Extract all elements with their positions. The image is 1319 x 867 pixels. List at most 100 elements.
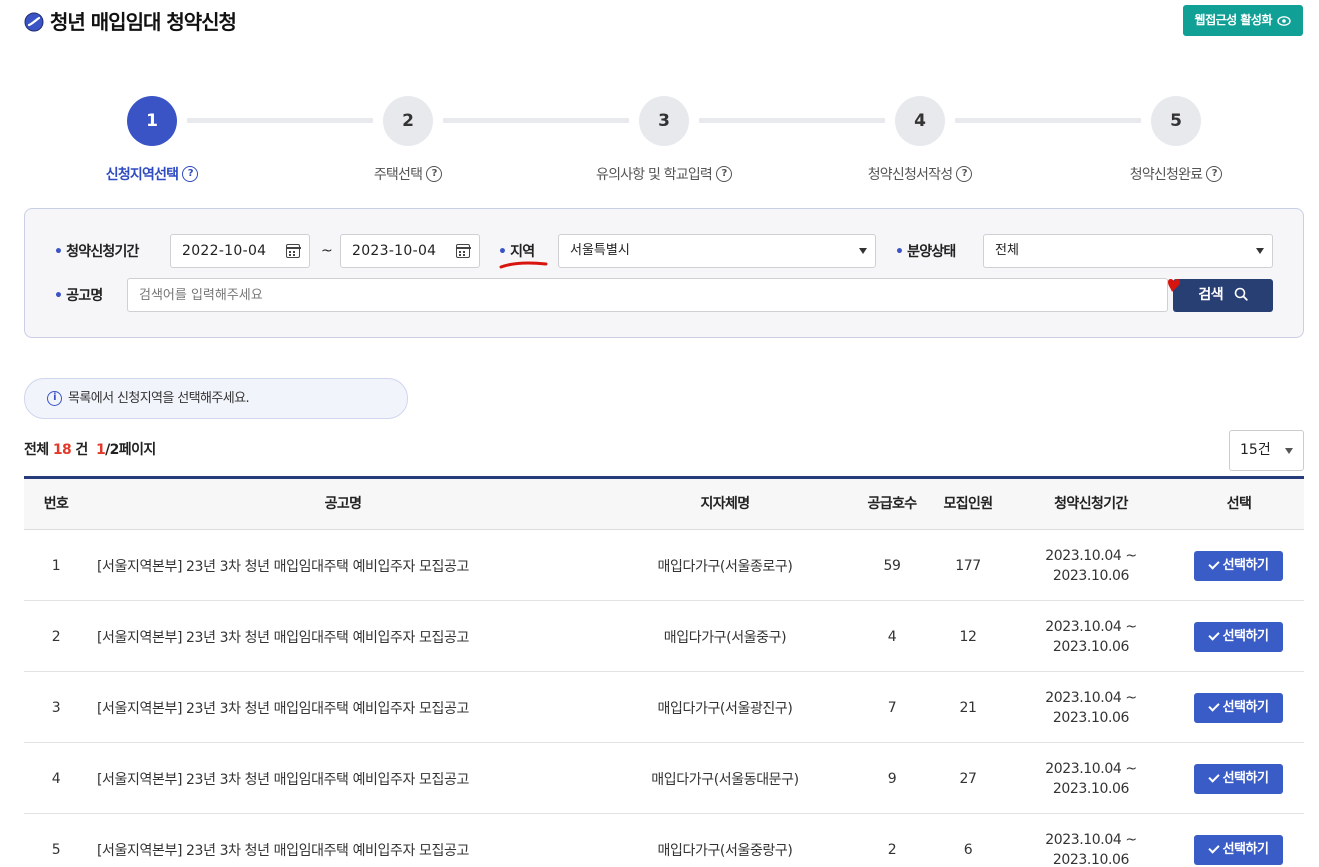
table-row: 2 [서울지역본부] 23년 3차 청년 매입임대주택 예비입주자 모집공고 매… [24, 601, 1304, 672]
notice-search-input[interactable]: 검색어를 입력해주세요 [127, 278, 1168, 312]
select-button[interactable]: 선택하기 [1194, 834, 1283, 865]
bullet-dot: • [498, 244, 507, 260]
date-from-input[interactable]: 2022-10-04 [170, 234, 310, 268]
check-icon [1207, 629, 1220, 641]
select-button-label: 선택하기 [1222, 699, 1269, 715]
step-1: 1 신청지역선택 ? [72, 96, 232, 184]
search-button[interactable]: 검색 [1173, 279, 1273, 312]
help-icon[interactable]: ? [426, 166, 443, 182]
notice-table: 번호 공고명 지자체명 공급호수 모집인원 청약신청기간 선택 1 [서울지역본… [24, 476, 1304, 867]
period-end: 2023.10.06 [1052, 638, 1130, 655]
cell-title[interactable]: [서울지역본부] 23년 3차 청년 매입임대주택 예비입주자 모집공고 [97, 672, 617, 743]
period-start: 2023.10.04 ~ [1045, 618, 1137, 635]
cell-period: 2023.10.04 ~ 2023.10.06 [1024, 814, 1158, 867]
region-select-value: 서울특별시 [570, 243, 630, 258]
cell-no: 1 [51, 557, 61, 574]
step-label-wrap: 청약신청서작성 ? [840, 164, 1000, 184]
page-size-select[interactable]: 15건 [1229, 430, 1304, 471]
cell-no: 5 [51, 841, 61, 858]
step-5: 5 청약신청완료 ? [1096, 96, 1256, 184]
accessibility-button[interactable]: 웹접근성 활성화 [1182, 5, 1303, 36]
date-to-input[interactable]: 2023-10-04 [340, 234, 480, 268]
cell-recruit: 27 [959, 770, 977, 787]
select-button[interactable]: 선택하기 [1194, 692, 1283, 723]
col-branch: 지자체명 [700, 496, 750, 512]
check-icon [1207, 771, 1220, 783]
cell-period: 2023.10.04 ~ 2023.10.06 [1024, 743, 1158, 814]
summary-count-unit: 건 [75, 442, 88, 458]
summary-total-count: 18 [52, 442, 72, 458]
step-label: 유의사항 및 학교입력 [595, 167, 713, 183]
step-label: 신청지역선택 [105, 167, 179, 183]
cell-supply: 59 [883, 557, 901, 574]
cell-select: 선택하기 [1194, 743, 1283, 814]
notice-name-label: • 공고명 [54, 286, 103, 306]
search-panel [24, 208, 1304, 338]
calendar-icon[interactable] [455, 244, 471, 258]
status-select-value: 전체 [995, 243, 1019, 258]
cell-supply: 2 [887, 841, 897, 858]
col-no: 번호 [43, 496, 69, 512]
step-label: 주택선택 [373, 167, 423, 183]
step-progress: 1 신청지역선택 ? 2 주택선택 ? 3 유의사항 및 학교입력 ? 4 청약… [24, 96, 1303, 191]
cell-supply: 9 [887, 770, 897, 787]
info-notice: i 목록에서 신청지역을 선택해주세요. [24, 378, 408, 419]
cell-supply: 4 [887, 628, 897, 645]
summary-page-suffix: /2페이지 [105, 442, 156, 458]
cell-branch: 매입다가구(서울동대문구) [651, 771, 799, 788]
calendar-icon[interactable] [285, 244, 301, 258]
summary-current-page: 1 [95, 442, 106, 458]
help-icon[interactable]: ? [182, 166, 199, 182]
select-button[interactable]: 선택하기 [1194, 621, 1283, 652]
step-4: 4 청약신청서작성 ? [840, 96, 1000, 184]
step-label-wrap: 유의사항 및 학교입력 ? [584, 164, 744, 184]
help-icon[interactable]: ? [716, 166, 733, 182]
summary-total-label: 전체 [24, 442, 49, 458]
help-icon[interactable]: ? [1206, 166, 1223, 182]
cell-title[interactable]: [서울지역본부] 23년 3차 청년 매입임대주택 예비입주자 모집공고 [97, 814, 617, 867]
region-select[interactable]: 서울특별시 [558, 234, 876, 268]
cell-title[interactable]: [서울지역본부] 23년 3차 청년 매입임대주택 예비입주자 모집공고 [97, 743, 617, 814]
step-3: 3 유의사항 및 학교입력 ? [584, 96, 744, 184]
step-number: 3 [639, 96, 689, 146]
chevron-down-icon [1285, 448, 1293, 454]
check-icon [1207, 842, 1220, 854]
status-select[interactable]: 전체 [983, 234, 1273, 268]
notice-search-placeholder: 검색어를 입력해주세요 [139, 288, 263, 303]
check-icon [1207, 700, 1220, 712]
cell-branch: 매입다가구(서울중구) [663, 629, 787, 646]
cell-no: 2 [51, 628, 61, 645]
page-size-value: 15건 [1240, 442, 1271, 458]
select-button-label: 선택하기 [1222, 841, 1269, 857]
period-start: 2023.10.04 ~ [1045, 831, 1137, 848]
info-icon: i [47, 391, 62, 406]
cell-select: 선택하기 [1194, 530, 1283, 601]
cell-title[interactable]: [서울지역본부] 23년 3차 청년 매입임대주택 예비입주자 모집공고 [97, 601, 617, 672]
bullet-dot: • [54, 288, 63, 304]
select-button[interactable]: 선택하기 [1194, 763, 1283, 794]
result-summary: 전체 18 건 1/2페이지 [24, 440, 156, 460]
help-icon[interactable]: ? [956, 166, 973, 182]
table-row: 4 [서울지역본부] 23년 3차 청년 매입임대주택 예비입주자 모집공고 매… [24, 743, 1304, 814]
step-number: 5 [1151, 96, 1201, 146]
cell-title[interactable]: [서울지역본부] 23년 3차 청년 매입임대주택 예비입주자 모집공고 [97, 530, 617, 601]
select-button-label: 선택하기 [1222, 557, 1269, 573]
cell-period: 2023.10.04 ~ 2023.10.06 [1024, 601, 1158, 672]
cell-select: 선택하기 [1194, 672, 1283, 743]
date-range-separator: ~ [321, 243, 333, 259]
period-start: 2023.10.04 ~ [1045, 547, 1137, 564]
step-number: 1 [127, 96, 177, 146]
eye-icon [1277, 15, 1291, 26]
cell-select: 선택하기 [1194, 814, 1283, 867]
table-header: 번호 공고명 지자체명 공급호수 모집인원 청약신청기간 선택 [24, 476, 1304, 530]
region-label: • 지역 [498, 242, 535, 262]
bullet-dot: • [895, 244, 904, 260]
cell-recruit: 21 [959, 699, 977, 716]
step-label-wrap: 신청지역선택 ? [72, 164, 232, 184]
accessibility-button-label: 웹접근성 활성화 [1194, 13, 1273, 27]
col-title: 공고명 [324, 496, 362, 512]
period-end: 2023.10.06 [1052, 567, 1130, 584]
step-label-wrap: 주택선택 ? [328, 164, 488, 184]
cell-supply: 7 [887, 699, 897, 716]
select-button[interactable]: 선택하기 [1194, 550, 1283, 581]
